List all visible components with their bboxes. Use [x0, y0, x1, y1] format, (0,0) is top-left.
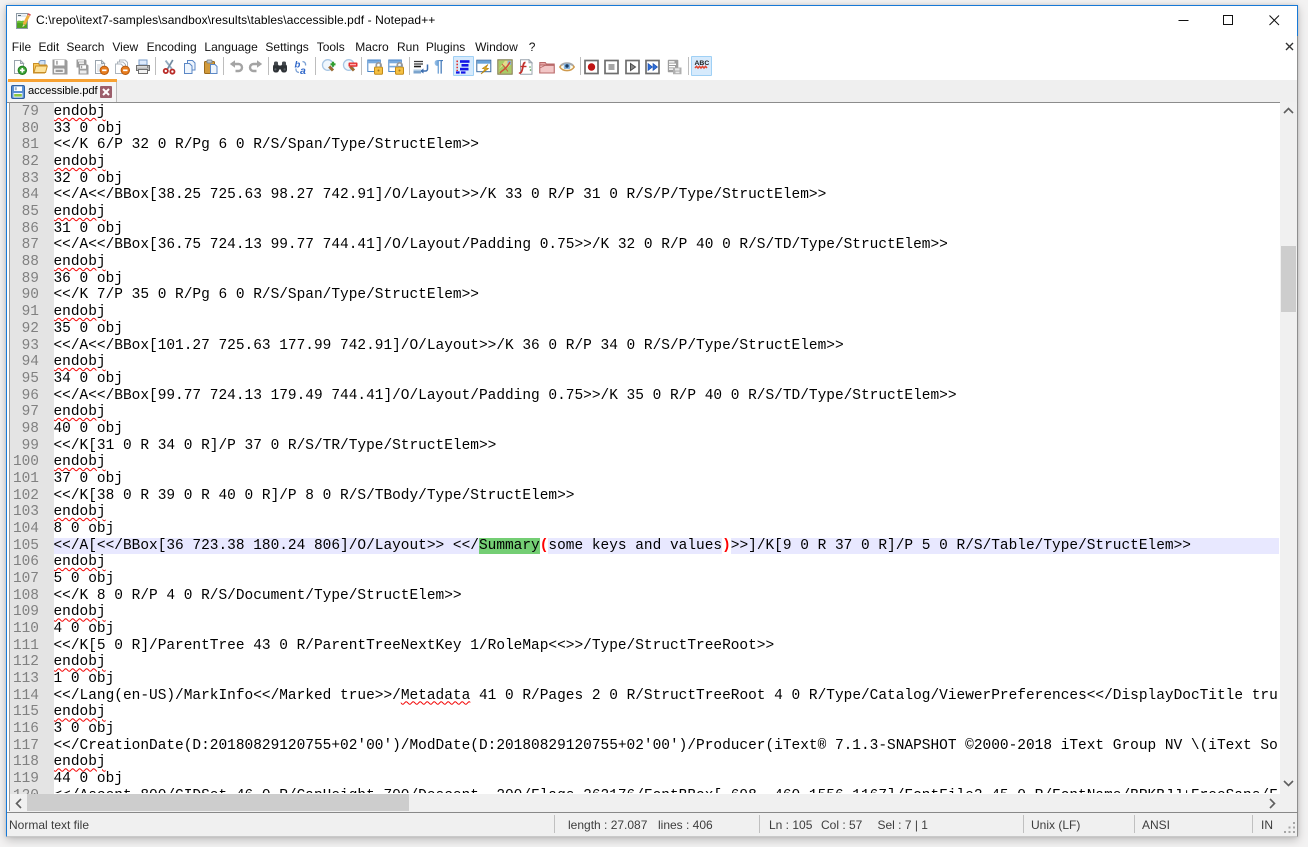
svg-text:a: a — [300, 65, 306, 75]
svg-text:¶: ¶ — [434, 57, 443, 76]
